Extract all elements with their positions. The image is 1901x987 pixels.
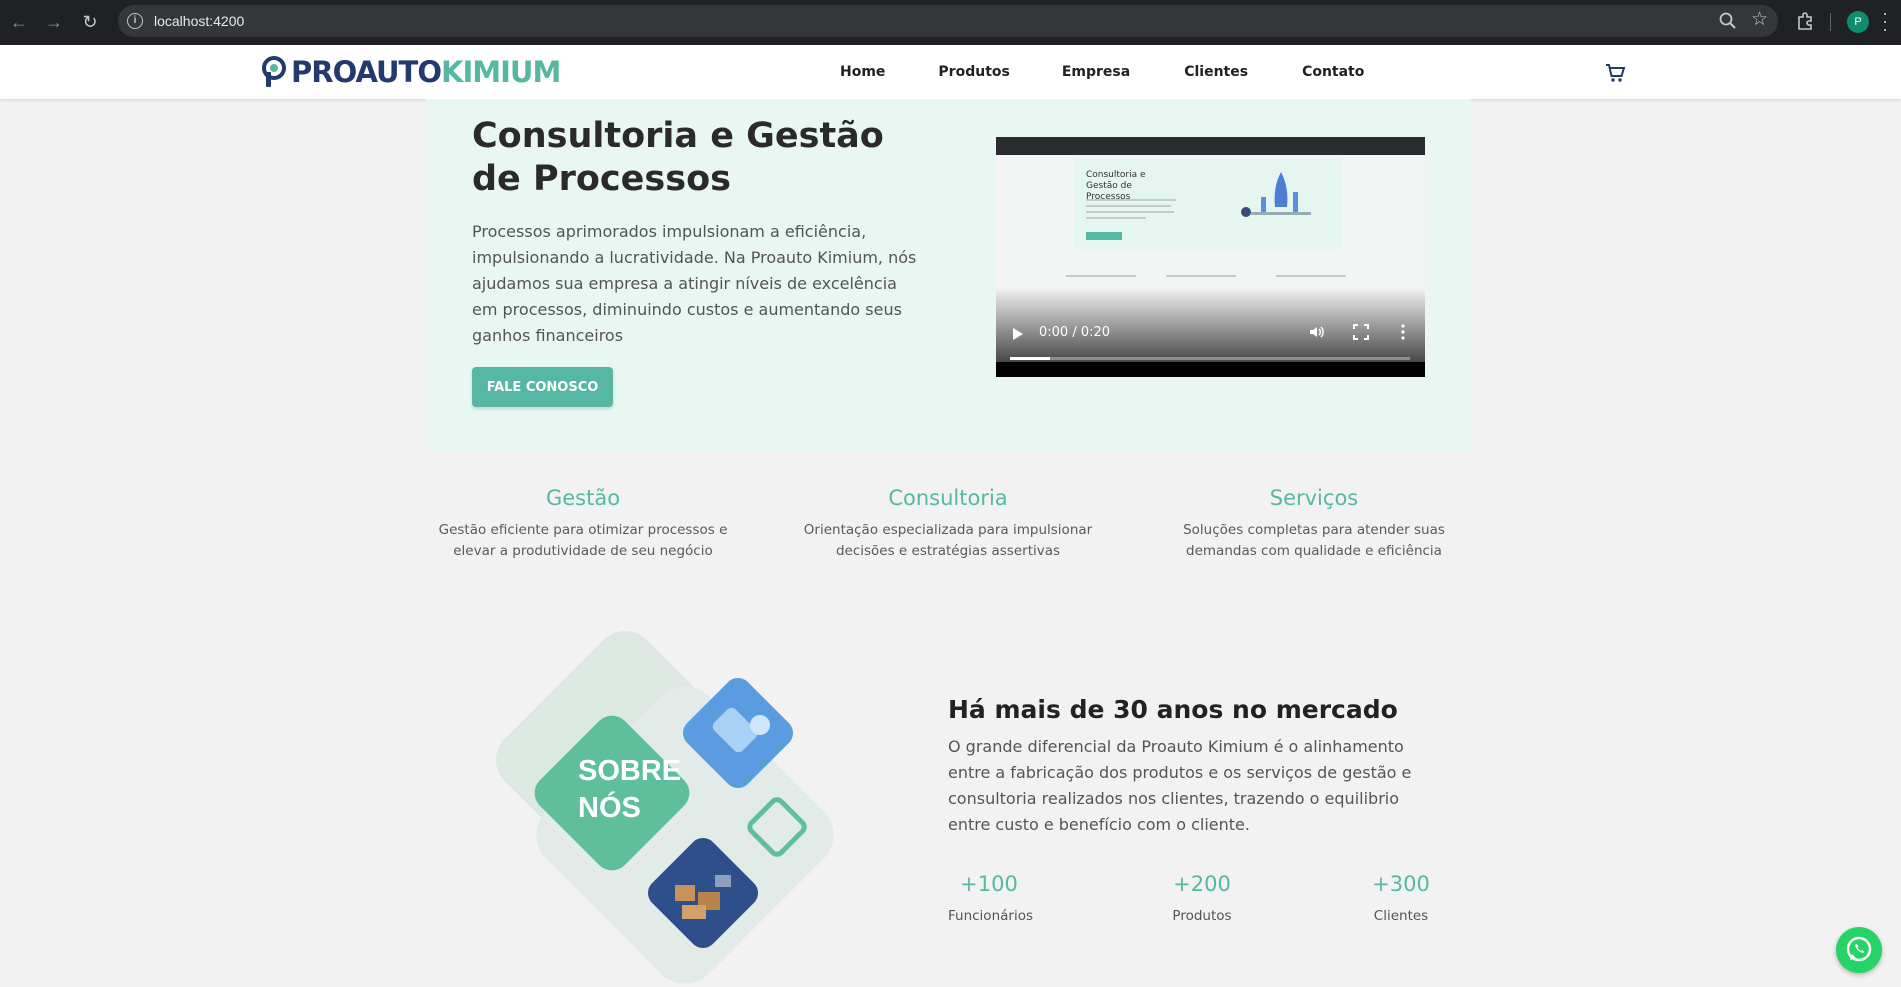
stat-produtos: +200 Produtos bbox=[1163, 872, 1241, 924]
play-icon[interactable] bbox=[1013, 328, 1023, 340]
volume-icon[interactable] bbox=[1308, 323, 1326, 341]
feature-title: Serviços bbox=[1269, 486, 1359, 510]
hero-description: Processos aprimorados impulsionam a efic… bbox=[472, 222, 917, 345]
video-time: 0:00 / 0:20 bbox=[1039, 325, 1111, 340]
bookmark-star-icon[interactable]: ☆ bbox=[1751, 8, 1768, 31]
extensions-icon[interactable] bbox=[1795, 11, 1815, 31]
hero-section: Consultoria e Gestão de Processos Proces… bbox=[426, 99, 1471, 451]
site-info-icon[interactable]: i bbox=[127, 13, 143, 29]
feature-title: Consultoria bbox=[888, 486, 1008, 510]
feature-title: Gestão bbox=[545, 486, 621, 510]
site-header: PROAUTOKIMIUM Home Produtos Empresa Clie… bbox=[0, 45, 1901, 99]
main-nav: Home Produtos Empresa Clientes Contato bbox=[840, 45, 1364, 99]
brand-logo[interactable]: PROAUTOKIMIUM bbox=[261, 55, 561, 89]
video-player[interactable]: Consultoria e Gestão de Processos 0:00 /… bbox=[996, 137, 1425, 377]
browser-menu-icon[interactable]: · · · bbox=[1880, 4, 1890, 38]
video-progress-bar[interactable] bbox=[1010, 357, 1410, 360]
stat-value: +300 bbox=[1372, 872, 1430, 896]
hero-title: Consultoria e Gestão de Processos bbox=[472, 116, 884, 199]
whatsapp-icon bbox=[1846, 936, 1872, 962]
whatsapp-button[interactable] bbox=[1836, 927, 1882, 973]
forward-icon[interactable]: → bbox=[42, 10, 66, 34]
stat-funcionarios: +100 Funcionários bbox=[948, 872, 1033, 924]
stat-label: Produtos bbox=[1172, 908, 1232, 924]
video-progress-fill bbox=[1010, 357, 1050, 360]
nav-contato[interactable]: Contato bbox=[1302, 64, 1364, 80]
profile-avatar[interactable]: P bbox=[1847, 11, 1869, 33]
contact-button[interactable]: FALE CONOSCO bbox=[472, 367, 613, 407]
feature-consultoria: Consultoria Orientação especializada par… bbox=[788, 486, 1108, 562]
feature-gestao: Gestão Gestão eficiente para otimizar pr… bbox=[423, 486, 743, 562]
address-bar[interactable]: i localhost:4200 ☆ bbox=[118, 5, 1778, 37]
nav-clientes[interactable]: Clientes bbox=[1184, 64, 1248, 80]
about-badge-line1: SOBRE bbox=[578, 755, 681, 787]
toolbar-divider bbox=[1830, 13, 1831, 31]
stat-value: +100 bbox=[960, 872, 1018, 896]
browser-toolbar: ← → ↻ i localhost:4200 ☆ P · · · bbox=[0, 0, 1901, 45]
nav-home[interactable]: Home bbox=[840, 64, 885, 80]
zoom-icon[interactable] bbox=[1718, 11, 1738, 31]
stat-clientes: +300 Clientes bbox=[1366, 872, 1436, 924]
video-more-icon[interactable] bbox=[1394, 323, 1412, 341]
about-illustration: SOBRE NÓS bbox=[496, 631, 834, 984]
logo-text-proauto: PROAUTO bbox=[291, 55, 442, 89]
fullscreen-icon[interactable] bbox=[1352, 323, 1370, 341]
back-icon[interactable]: ← bbox=[7, 10, 31, 34]
feature-text: Gestão eficiente para otimizar processos… bbox=[438, 522, 728, 559]
logo-mark-icon bbox=[262, 56, 286, 87]
logo-text-kimium: KIMIUM bbox=[441, 55, 561, 89]
stat-label: Funcionários bbox=[948, 908, 1033, 924]
feature-text: Orientação especializada para impulsiona… bbox=[803, 522, 1093, 559]
cart-icon[interactable] bbox=[1604, 62, 1626, 84]
stat-label: Clientes bbox=[1373, 908, 1429, 924]
nav-produtos[interactable]: Produtos bbox=[938, 64, 1009, 80]
about-description: O grande diferencial da Proauto Kimium é… bbox=[948, 737, 1412, 834]
feature-servicos: Serviços Soluções completas para atender… bbox=[1154, 486, 1474, 562]
nav-empresa[interactable]: Empresa bbox=[1062, 64, 1130, 80]
stat-value: +200 bbox=[1173, 872, 1231, 896]
reload-icon[interactable]: ↻ bbox=[78, 10, 102, 34]
about-badge-line2: NÓS bbox=[578, 790, 641, 824]
feature-text: Soluções completas para atender suas dem… bbox=[1183, 522, 1445, 559]
url-text[interactable]: localhost:4200 bbox=[154, 13, 244, 29]
about-title: Há mais de 30 anos no mercado bbox=[948, 695, 1398, 724]
